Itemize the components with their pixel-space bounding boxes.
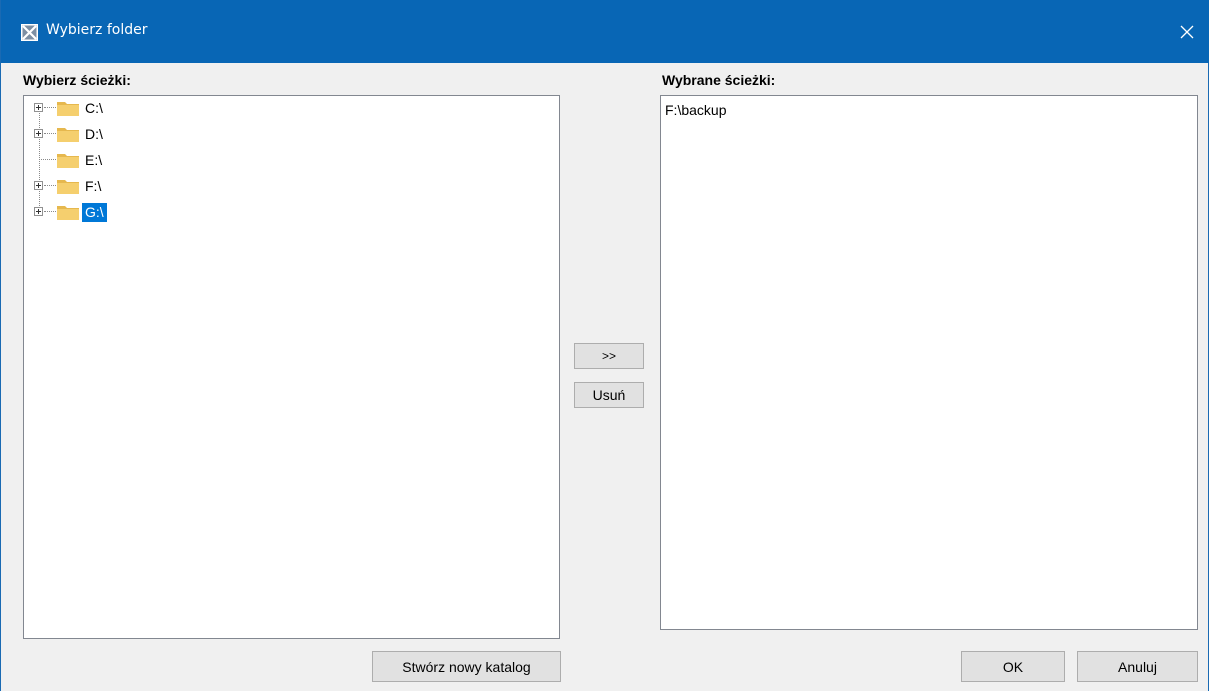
tree-node-d[interactable]: D:\ (24, 122, 324, 146)
tree-node-c[interactable]: C:\ (24, 96, 324, 120)
tree-node-label[interactable]: F:\ (82, 177, 104, 196)
list-item[interactable]: F:\backup (665, 102, 726, 118)
tree-connector (44, 107, 56, 108)
folder-tree[interactable]: C:\ D:\ E:\ F:\ G:\ (23, 95, 560, 639)
tree-connector (44, 185, 56, 186)
tree-node-label-selected[interactable]: G:\ (82, 203, 107, 222)
tree-node-e[interactable]: E:\ (24, 148, 324, 172)
expand-icon[interactable] (34, 207, 43, 216)
select-paths-label: Wybierz ścieżki: (23, 72, 131, 88)
create-folder-button[interactable]: Stwórz nowy katalog (372, 651, 561, 682)
expand-icon[interactable] (34, 103, 43, 112)
app-logo-icon (21, 24, 38, 41)
folder-icon (57, 154, 79, 168)
dialog-window: Wybierz folder Wybierz ścieżki: Wybrane … (0, 0, 1209, 691)
close-button[interactable] (1164, 0, 1209, 63)
add-path-button[interactable]: >> (574, 343, 644, 369)
tree-node-label[interactable]: C:\ (82, 99, 106, 118)
remove-path-button[interactable]: Usuń (574, 382, 644, 408)
tree-node-label[interactable]: D:\ (82, 125, 106, 144)
expand-icon[interactable] (34, 129, 43, 138)
cancel-button[interactable]: Anuluj (1077, 651, 1198, 682)
folder-icon (57, 180, 79, 194)
selected-paths-list[interactable]: F:\backup (660, 95, 1198, 630)
selected-paths-label: Wybrane ścieżki: (662, 72, 776, 88)
expand-icon[interactable] (34, 181, 43, 190)
tree-connector (44, 133, 56, 134)
window-title: Wybierz folder (46, 22, 148, 38)
tree-connector (44, 211, 56, 212)
tree-node-label[interactable]: E:\ (82, 151, 105, 170)
title-bar[interactable]: Wybierz folder (1, 0, 1209, 63)
close-icon (1180, 25, 1194, 38)
folder-icon (57, 128, 79, 142)
folder-icon (57, 206, 79, 220)
tree-connector (39, 159, 56, 160)
tree-node-f[interactable]: F:\ (24, 174, 324, 198)
folder-icon (57, 102, 79, 116)
ok-button[interactable]: OK (961, 651, 1065, 682)
tree-node-g[interactable]: G:\ (24, 200, 324, 224)
